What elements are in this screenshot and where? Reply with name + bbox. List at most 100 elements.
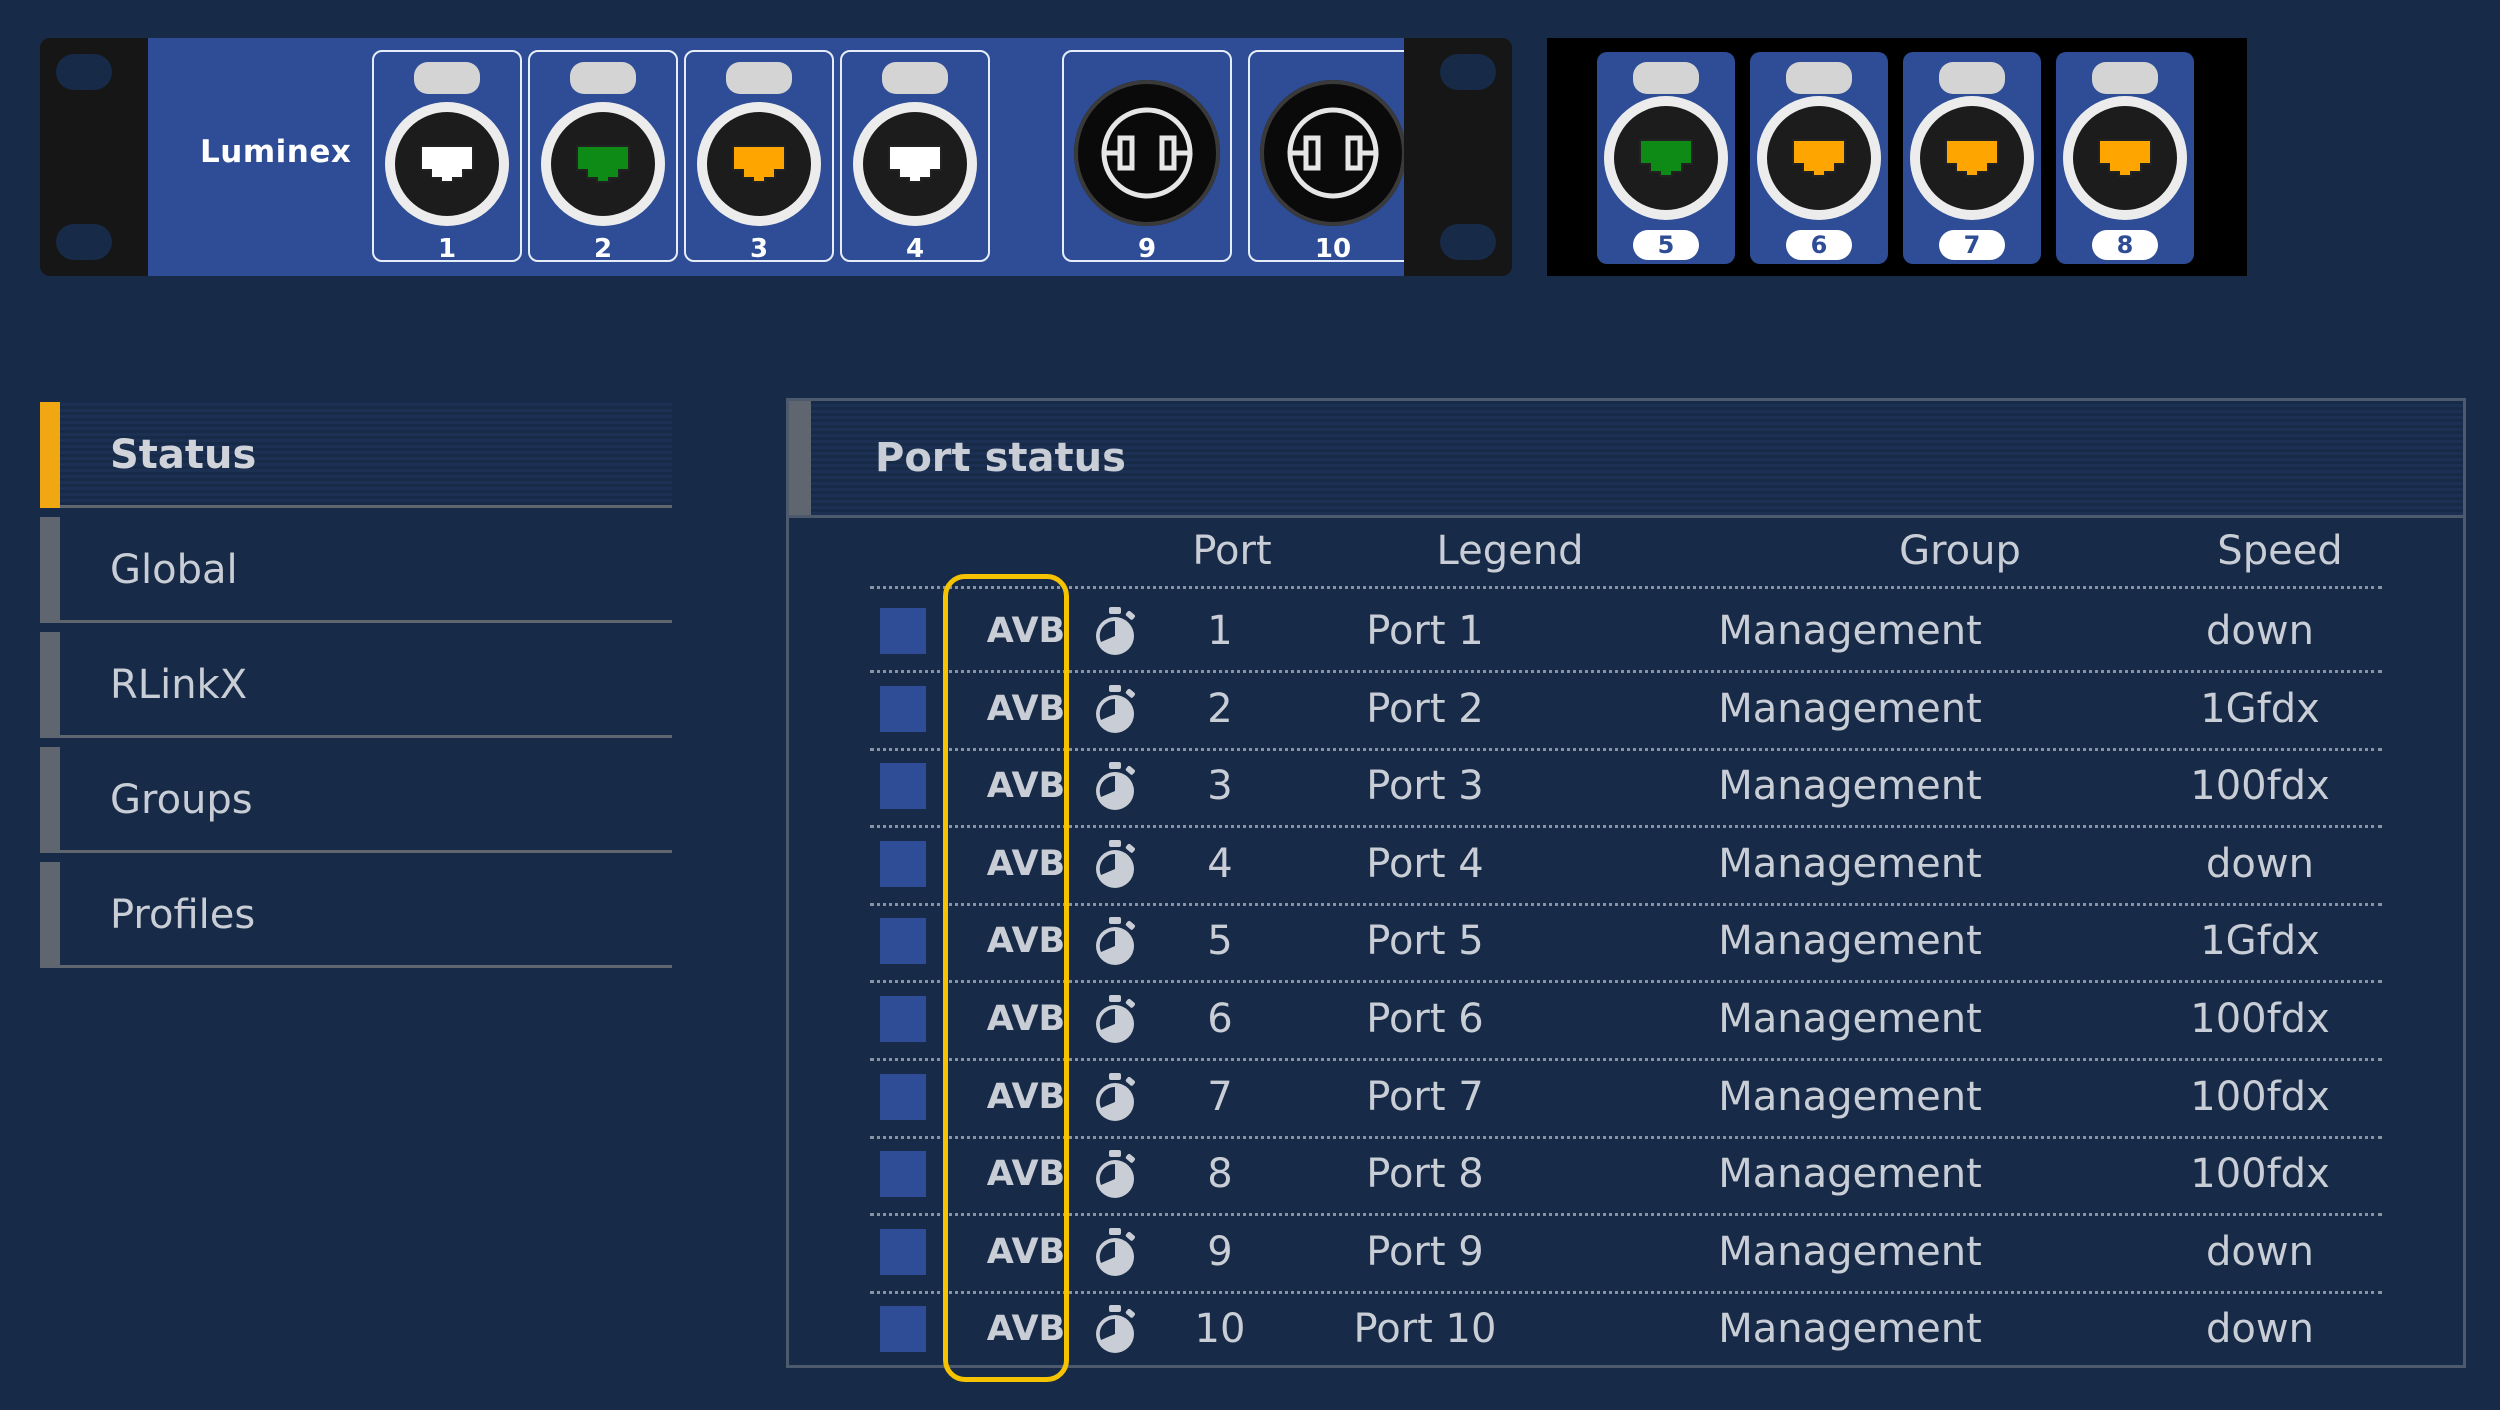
column-header-speed: Speed <box>2217 528 2343 574</box>
item-indicator <box>40 632 60 738</box>
sidebar-item-groups[interactable]: Groups <box>40 747 672 853</box>
table-row[interactable]: AVB 7 Port 7 Management 100fdx <box>870 1058 2382 1139</box>
column-header-group: Group <box>1899 528 2021 574</box>
device-port-3[interactable]: 3 <box>684 50 834 264</box>
ethercon-jack <box>385 102 509 226</box>
avb-column-highlight <box>943 574 1069 1382</box>
port-color-swatch[interactable] <box>880 685 926 732</box>
latch-tab <box>2092 62 2158 94</box>
port-color-swatch[interactable] <box>880 1073 926 1120</box>
sidebar-item-global[interactable]: Global <box>40 517 672 623</box>
port-number: 7 <box>1939 230 2005 260</box>
port-color-swatch[interactable] <box>880 840 926 887</box>
divider <box>60 735 672 738</box>
table-row[interactable]: AVB 4 Port 4 Management down <box>870 825 2382 906</box>
group-cell: Management <box>1718 685 1982 732</box>
port-color-swatch[interactable] <box>880 918 926 965</box>
sidebar-item-label: Profiles <box>110 892 256 938</box>
device-port-10[interactable]: 10 <box>1248 50 1418 264</box>
port-cell: 9 <box>1207 1228 1233 1275</box>
legend-cell: Port 5 <box>1366 918 1484 965</box>
table-row[interactable]: AVB 3 Port 3 Management 100fdx <box>870 747 2382 829</box>
sidebar-item-label: RLinkX <box>110 662 248 708</box>
panel-title: Port status <box>875 435 1126 481</box>
group-cell: Management <box>1718 1306 1982 1353</box>
table-row[interactable]: AVB 10 Port 10 Management down <box>870 1290 2382 1368</box>
device-port-4[interactable]: 4 <box>840 50 990 264</box>
sidebar-item-profiles[interactable]: Profiles <box>40 862 672 968</box>
legend-cell: Port 4 <box>1366 840 1484 887</box>
device-port-8[interactable]: 8 <box>2056 52 2194 264</box>
rj45-port-icon <box>2098 139 2152 177</box>
legend-cell: Port 9 <box>1366 1228 1484 1275</box>
item-indicator <box>40 747 60 853</box>
latch-tab <box>882 62 948 94</box>
speed-cell: down <box>2206 608 2314 654</box>
port-cell: 3 <box>1207 763 1233 810</box>
panel-header: Port status <box>789 401 2463 518</box>
legend-cell: Port 10 <box>1353 1306 1497 1353</box>
ethercon-jack <box>1757 96 1881 220</box>
speed-cell: 1Gfdx <box>2200 685 2320 732</box>
divider <box>60 620 672 623</box>
group-cell: Management <box>1718 1073 1982 1120</box>
port-color-swatch[interactable] <box>880 608 926 654</box>
table-row[interactable]: AVB 9 Port 9 Management down <box>870 1213 2382 1294</box>
table-row[interactable]: AVB 6 Port 6 Management 100fdx <box>870 980 2382 1061</box>
ethercon-jack <box>541 102 665 226</box>
device-port-7[interactable]: 7 <box>1903 52 2041 264</box>
rack-ear-left <box>40 38 148 276</box>
device-port-1[interactable]: 1 <box>372 50 522 264</box>
port-number: 3 <box>749 234 769 264</box>
port-number: 9 <box>1137 234 1157 264</box>
sidebar-item-rlinkx[interactable]: RLinkX <box>40 632 672 738</box>
port-color-swatch[interactable] <box>880 1306 926 1353</box>
port-color-swatch[interactable] <box>880 1228 926 1275</box>
device-port-9[interactable]: 9 <box>1062 50 1232 264</box>
device-port-2[interactable]: 2 <box>528 50 678 264</box>
rack-ear-right <box>1404 38 1512 276</box>
table-row[interactable]: AVB 5 Port 5 Management 1Gfdx <box>870 902 2382 984</box>
speed-cell: down <box>2206 1228 2314 1275</box>
port-color-swatch[interactable] <box>880 1151 926 1198</box>
group-cell: Management <box>1718 608 1982 654</box>
port-color-swatch[interactable] <box>880 996 926 1042</box>
sidebar-item-label: Global <box>110 547 238 593</box>
table-row[interactable]: AVB 8 Port 8 Management 100fdx <box>870 1135 2382 1217</box>
ethercon-jack <box>2063 96 2187 220</box>
port-number: 5 <box>1633 230 1699 260</box>
ethercon-jack <box>697 102 821 226</box>
legend-cell: Port 7 <box>1366 1073 1484 1120</box>
ethercon-jack <box>1604 96 1728 220</box>
speed-cell: 100fdx <box>2190 1151 2330 1198</box>
device-port-5[interactable]: 5 <box>1597 52 1735 264</box>
port-color-swatch[interactable] <box>880 763 926 810</box>
item-indicator <box>40 517 60 623</box>
latch-tab <box>1633 62 1699 94</box>
device-faceplate: Luminex 1 2 3 4 9 10 <box>148 38 1418 276</box>
speed-cell: 100fdx <box>2190 763 2330 810</box>
group-cell: Management <box>1718 1228 1982 1275</box>
table-row[interactable]: AVB 1 Port 1 Management down <box>870 592 2382 673</box>
port-number: 8 <box>2092 230 2158 260</box>
sidebar-item-status[interactable]: Status <box>40 402 672 508</box>
group-cell: Management <box>1718 763 1982 810</box>
port-cell: 6 <box>1207 996 1233 1042</box>
rj45-port-icon <box>1639 139 1693 177</box>
table-row[interactable]: AVB 2 Port 2 Management 1Gfdx <box>870 670 2382 751</box>
rj45-port-icon <box>732 145 786 183</box>
rj45-port-icon <box>576 145 630 183</box>
latch-tab <box>726 62 792 94</box>
fiber-connector-icon <box>1260 80 1406 226</box>
device-front-panel: Luminex 1 2 3 4 9 10 <box>40 38 1512 276</box>
rj45-port-icon <box>1792 139 1846 177</box>
legend-cell: Port 8 <box>1366 1151 1484 1198</box>
group-cell: Management <box>1718 996 1982 1042</box>
active-indicator <box>40 402 60 508</box>
sidebar-item-label: Status <box>110 432 257 478</box>
port-number: 1 <box>437 234 457 264</box>
speed-cell: 1Gfdx <box>2200 918 2320 965</box>
port-cell: 7 <box>1207 1073 1233 1120</box>
device-port-6[interactable]: 6 <box>1750 52 1888 264</box>
speed-cell: down <box>2206 1306 2314 1353</box>
